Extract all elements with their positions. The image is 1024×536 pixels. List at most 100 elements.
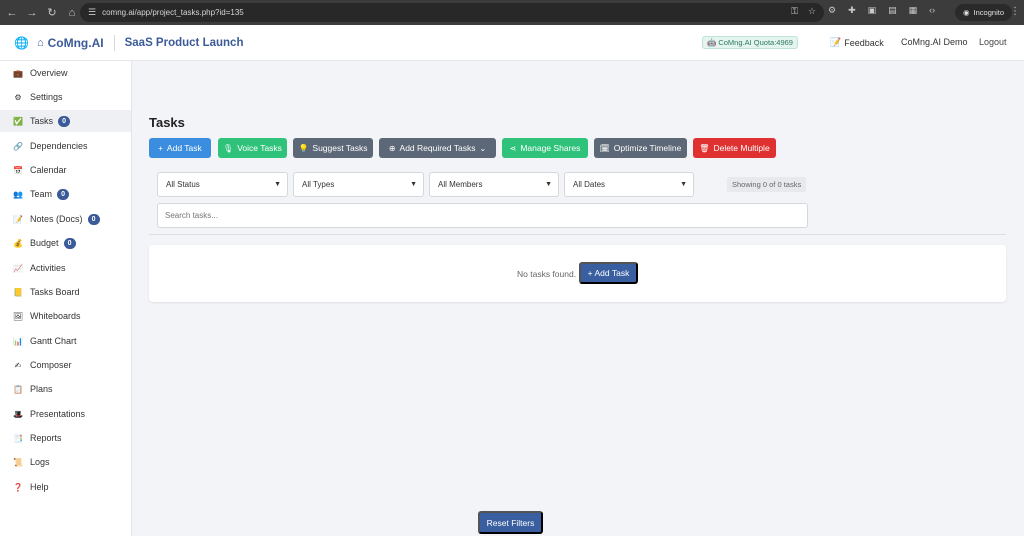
browser-toolbar: ← → ↻ ⌂ ☰ comng.ai/app/project_tasks.php…: [0, 0, 1024, 25]
plus-circle-icon: ⊕: [388, 143, 396, 153]
reload-icon[interactable]: ↻: [44, 5, 60, 21]
extension-icon[interactable]: ⚙: [828, 5, 836, 16]
sidebar-item-reports[interactable]: 📑 Reports: [0, 427, 131, 449]
plus-icon: +: [158, 143, 163, 153]
sidebar-item-composer[interactable]: ✍ Composer: [0, 354, 131, 376]
add-required-tasks-button[interactable]: ⊕ Add Required Tasks ⌄: [379, 138, 496, 158]
tasks-panel: No tasks found. + Add Task: [149, 245, 1006, 302]
search-input[interactable]: [157, 203, 808, 228]
add-task-button[interactable]: + Add Task: [149, 138, 211, 158]
microphone-icon: 🎙: [223, 143, 234, 153]
globe-icon[interactable]: 🌐: [14, 36, 29, 50]
brand: 🌐 ⌂ CoMng.AI SaaS Product Launch: [14, 34, 244, 51]
sidebar-item-gantt-chart[interactable]: 📊 Gantt Chart: [0, 330, 131, 352]
whiteboard-icon: 🖼: [12, 311, 24, 321]
page-title: Tasks: [149, 115, 185, 130]
calendar-icon: 📅: [13, 165, 23, 175]
sidebar-item-tasks[interactable]: ✅ Tasks 0: [0, 110, 131, 132]
sidebar-item-notes[interactable]: 📝 Notes (Docs) 0: [0, 208, 131, 230]
count-badge: 0: [58, 115, 71, 127]
home-icon[interactable]: ⌂: [37, 37, 44, 49]
bar-chart-icon: 📊: [13, 336, 23, 346]
chevron-down-icon: ▼: [545, 181, 552, 188]
chevron-down-icon: ⌄: [479, 143, 487, 153]
sidebar-item-plans[interactable]: 📋 Plans: [0, 378, 131, 400]
sidebar-toggle-icon[interactable]: ▤: [888, 5, 897, 16]
trash-icon: 🗑: [699, 143, 710, 153]
divider: [149, 234, 1006, 235]
password-key-icon[interactable]: ⚿: [791, 6, 798, 17]
chevron-down-icon: ▼: [274, 181, 281, 188]
sidebar-item-overview[interactable]: 💼 Overview: [0, 62, 131, 84]
sidebar-item-whiteboards[interactable]: 🖼 Whiteboards: [0, 305, 131, 327]
calendar-check-icon: 🗓: [599, 143, 610, 153]
checkbox-icon: ✅: [13, 116, 23, 126]
share-icon: ⋖: [509, 143, 517, 153]
logout-link[interactable]: Logout: [979, 37, 1007, 47]
sidebar-item-help[interactable]: ❓ Help: [0, 476, 131, 498]
address-bar[interactable]: ☰ comng.ai/app/project_tasks.php?id=135 …: [80, 3, 824, 22]
report-icon: 📑: [13, 433, 23, 443]
sidebar-item-dependencies[interactable]: 🔗 Dependencies: [0, 135, 131, 157]
manage-shares-button[interactable]: ⋖ Manage Shares: [502, 138, 588, 158]
address-bar-actions: ⚿ ☆: [791, 6, 816, 17]
voice-tasks-button[interactable]: 🎙 Voice Tasks: [218, 138, 287, 158]
optimize-timeline-button[interactable]: 🗓 Optimize Timeline: [594, 138, 687, 158]
money-bag-icon: 💰: [13, 238, 23, 248]
delete-multiple-button[interactable]: 🗑 Delete Multiple: [693, 138, 776, 158]
sidebar-item-budget[interactable]: 💰 Budget 0: [0, 232, 131, 254]
sidebar-item-team[interactable]: 👥 Team 0: [0, 183, 131, 205]
lightbulb-icon: 💡: [298, 143, 309, 153]
sidebar-item-logs[interactable]: 📜 Logs: [0, 451, 131, 473]
reset-filters-button[interactable]: Reset Filters: [478, 511, 543, 534]
user-name[interactable]: CoMng.AI Demo: [901, 37, 968, 47]
suggest-tasks-button[interactable]: 💡 Suggest Tasks: [293, 138, 373, 158]
extension-icon[interactable]: ▣: [868, 5, 877, 16]
url-text: comng.ai/app/project_tasks.php?id=135: [102, 8, 244, 17]
empty-add-task-button[interactable]: + Add Task: [579, 262, 638, 284]
gear-icon: ⚙: [14, 92, 22, 102]
sidebar-item-calendar[interactable]: 📅 Calendar: [0, 159, 131, 181]
quota-badge: 🤖 CoMng.AI Quota:4969: [702, 36, 798, 49]
composer-icon: ✍: [14, 360, 22, 370]
chart-icon: 📈: [13, 263, 23, 273]
sidebar-item-activities[interactable]: 📈 Activities: [0, 257, 131, 279]
extensions-puzzle-icon[interactable]: ✚: [848, 5, 856, 16]
memo-icon: 📝: [830, 37, 842, 47]
notes-icon: 📝: [13, 214, 23, 224]
count-badge: 0: [63, 237, 76, 249]
status-filter-select[interactable]: All Status ▼: [157, 172, 288, 197]
chevron-down-icon: ▼: [410, 181, 417, 188]
member-filter-select[interactable]: All Members ▼: [429, 172, 559, 197]
main-content: Tasks + Add Task 🎙 Voice Tasks 💡 Suggest…: [132, 61, 1024, 536]
devtools-icon[interactable]: ‹›: [929, 5, 935, 16]
date-filter-select[interactable]: All Dates ▼: [564, 172, 694, 197]
sidebar-item-settings[interactable]: ⚙ Settings: [0, 86, 131, 108]
sidebar-item-presentations[interactable]: 🎩 Presentations: [0, 403, 131, 425]
count-badge: 0: [87, 213, 100, 225]
team-icon: 👥: [13, 189, 23, 199]
feedback-link[interactable]: 📝 Feedback: [830, 37, 884, 48]
header-divider: [113, 34, 115, 51]
project-title: SaaS Product Launch: [124, 36, 244, 49]
browser-menu-icon[interactable]: ⋮: [1010, 6, 1020, 17]
incognito-badge[interactable]: ◉ Incognito: [955, 4, 1012, 21]
chevron-down-icon: ▼: [680, 181, 687, 188]
site-info-icon[interactable]: ☰: [88, 7, 96, 18]
sidebar-item-tasks-board[interactable]: 📒 Tasks Board: [0, 281, 131, 303]
empty-state-text: No tasks found.: [517, 269, 577, 279]
sticky-note-icon: 📒: [13, 287, 23, 297]
extension-icons: ⚙ ✚ ▣ ▤ ▦ ‹›: [828, 5, 935, 16]
bookmark-star-icon[interactable]: ☆: [808, 6, 816, 17]
clipboard-icon: 📋: [13, 384, 23, 394]
type-filter-select[interactable]: All Types ▼: [293, 172, 424, 197]
forward-icon[interactable]: →: [24, 5, 40, 21]
count-badge: 0: [57, 188, 70, 200]
incognito-icon: ◉: [963, 8, 970, 17]
brand-name[interactable]: CoMng.AI: [48, 36, 104, 50]
back-icon[interactable]: ←: [4, 5, 20, 21]
qr-icon[interactable]: ▦: [909, 5, 918, 16]
link-icon: 🔗: [13, 141, 23, 151]
help-icon: ❓: [13, 482, 23, 492]
home-icon[interactable]: ⌂: [64, 5, 80, 21]
